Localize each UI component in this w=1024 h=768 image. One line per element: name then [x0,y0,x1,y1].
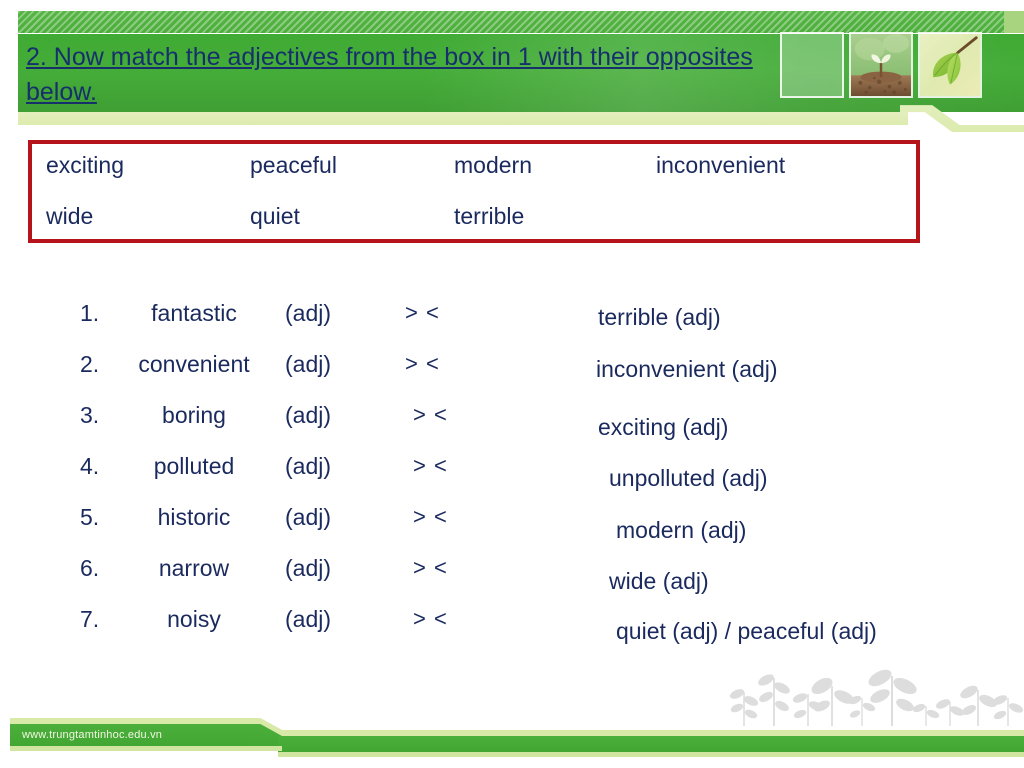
opposite-symbol: > < [413,504,448,529]
list-item-number: 4. [80,453,100,479]
header-texture-strip [18,11,1024,33]
list-item-number: 3. [80,402,100,428]
footer-pale-right [278,752,1024,757]
footer-green-right [278,736,1024,752]
word-bank-item[interactable]: peaceful [250,150,337,180]
list-item-word: boring [162,402,226,428]
list-item-pos-tag: (adj) [285,606,332,632]
word-bank-item[interactable]: exciting [46,150,124,180]
leaves-icon [920,34,980,96]
list-item[interactable]: 6. narrow (adj) > < [80,553,500,604]
word-bank-row: wide quiet terrible [32,201,916,251]
answer-item[interactable]: quiet (adj) / peaceful (adj) [616,616,877,646]
footer-pale-left [10,746,282,751]
word-bank-item[interactable]: inconvenient [656,150,785,180]
opposite-symbol: > < [413,453,448,478]
opposite-symbol: > < [413,555,448,580]
list-item-word: convenient [138,351,250,377]
sprouts-icon [729,669,1024,726]
list-item-word: polluted [153,453,235,479]
adjective-list: 1. fantastic (adj) > < 2. convenient (ad… [80,298,500,655]
list-item[interactable]: 5. historic (adj) > < [80,502,500,553]
list-item[interactable]: 7. noisy (adj) > < [80,604,500,655]
word-bank-row: exciting peaceful modern inconvenient [32,150,916,200]
leaves-thumbnail [918,32,982,98]
header-texture-strip-right-cap [1004,11,1024,33]
list-item-number: 6. [80,555,100,581]
opposite-symbol: > < [413,402,448,427]
list-item-pos-tag: (adj) [285,555,332,581]
list-item-pos-tag: (adj) [285,504,332,530]
answer-item[interactable]: modern (adj) [616,515,746,545]
answer-item[interactable]: exciting (adj) [598,412,728,442]
opposite-symbol: > < [405,351,440,376]
opposite-symbol: > < [405,300,440,325]
word-bank-item[interactable]: quiet [250,201,300,231]
list-item-pos-tag: (adj) [285,402,332,428]
list-item-pos-tag: (adj) [285,351,332,377]
list-item[interactable]: 1. fantastic (adj) > < [80,298,500,349]
list-item-number: 1. [80,300,100,326]
word-bank-item[interactable]: terrible [454,201,524,231]
answer-item[interactable]: inconvenient (adj) [596,354,778,384]
list-item-word: fantastic [151,300,237,326]
word-bank-item[interactable]: wide [46,201,93,231]
list-item-word: historic [157,504,231,530]
answer-item[interactable]: terrible (adj) [598,302,721,332]
opposite-symbol: > < [413,606,448,631]
footer-url-text[interactable]: www.trungtamtinhoc.edu.vn [22,727,162,743]
list-item-pos-tag: (adj) [285,300,332,326]
list-item-word: noisy [167,606,221,632]
list-item-word: narrow [158,555,230,581]
answer-item[interactable]: unpolluted (adj) [609,463,768,493]
list-item-number: 7. [80,606,100,632]
seedling-thumbnail [849,32,913,98]
list-item[interactable]: 3. boring (adj) > < [80,400,500,451]
list-item[interactable]: 2. convenient (adj) > < [80,349,500,400]
list-item-number: 2. [80,351,100,377]
blank-thumbnail [780,32,844,98]
footer-bar: www.trungtamtinhoc.edu.vn [0,718,1024,768]
seedling-icon [851,34,911,96]
list-item-number: 5. [80,504,100,530]
list-item-pos-tag: (adj) [285,453,332,479]
page-title: 2. Now match the adjectives from the box… [26,43,753,106]
word-bank-item[interactable]: modern [454,150,532,180]
word-bank-box: exciting peaceful modern inconvenient wi… [28,140,920,243]
sprout-decoration [726,664,1024,726]
header-light-band [18,112,908,125]
answer-item[interactable]: wide (adj) [609,566,709,596]
header-banner: 2. Now match the adjectives from the box… [0,0,1024,132]
list-item[interactable]: 4. polluted (adj) > < [80,451,500,502]
